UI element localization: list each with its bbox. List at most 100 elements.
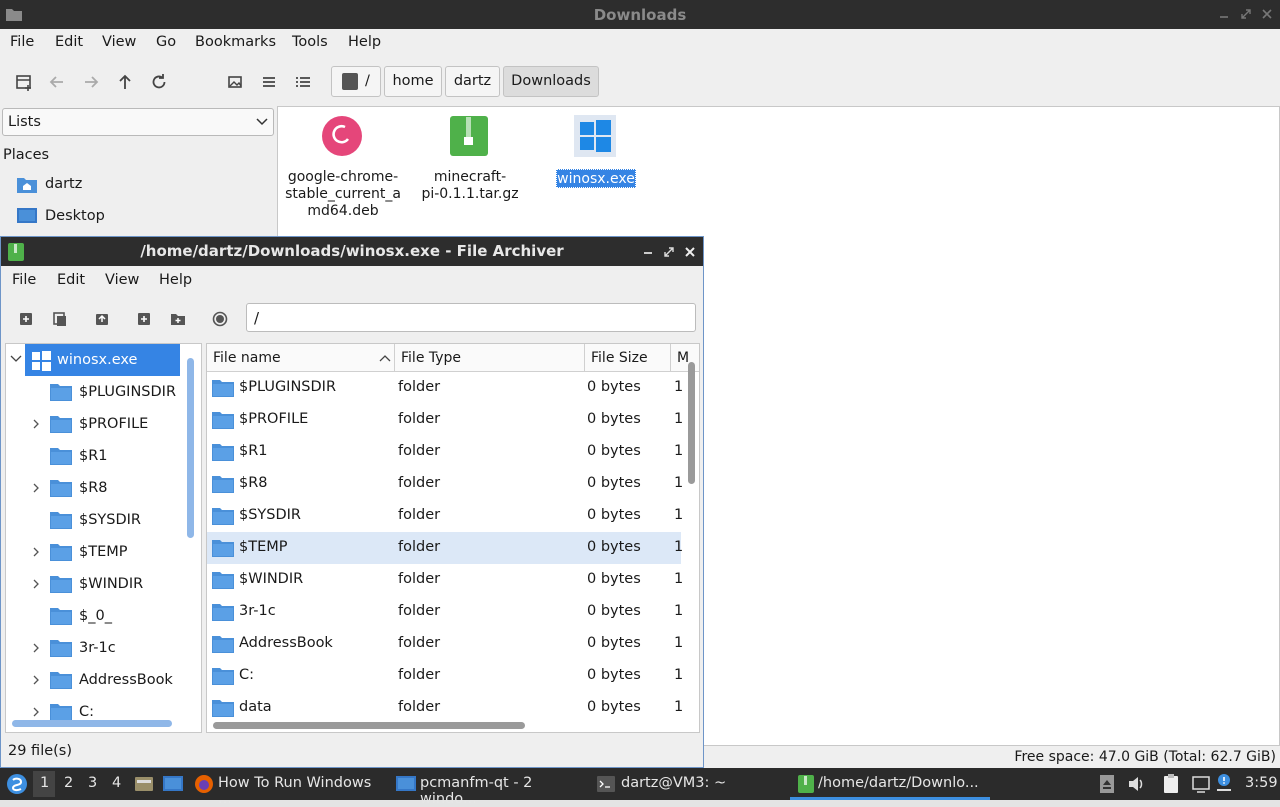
detailed-view-icon[interactable] xyxy=(290,69,316,95)
show-desktop-icon[interactable] xyxy=(163,775,183,793)
compact-view-icon[interactable] xyxy=(256,69,282,95)
table-row[interactable]: AddressBook folder 0 bytes 1 xyxy=(207,628,683,660)
table-row[interactable]: data folder 0 bytes 1 xyxy=(207,692,683,724)
table-row[interactable]: $WINDIR folder 0 bytes 1 xyxy=(207,564,683,596)
chevron-down-icon[interactable] xyxy=(10,354,22,364)
breadcrumb-dartz[interactable]: dartz xyxy=(445,66,500,97)
column-file-type[interactable]: File Type xyxy=(395,344,585,372)
thumbnail-view-icon[interactable] xyxy=(222,69,248,95)
table-row[interactable]: $R1 folder 0 bytes 1 xyxy=(207,436,683,468)
workspace-2[interactable]: 2 xyxy=(64,775,73,791)
menu-view[interactable]: View xyxy=(102,34,136,50)
menu-go[interactable]: Go xyxy=(156,34,176,50)
tree-item[interactable]: $_0_ xyxy=(6,600,182,632)
eject-icon[interactable] xyxy=(1099,775,1115,793)
tree-vertical-scrollbar[interactable] xyxy=(187,358,194,538)
side-pane-mode-select[interactable]: Lists xyxy=(2,108,274,136)
maximize-icon[interactable] xyxy=(1240,8,1252,20)
update-notifier-icon[interactable] xyxy=(1215,773,1233,793)
table-row[interactable]: 3r-1c folder 0 bytes 1 xyxy=(207,596,683,628)
file-archiver-window[interactable]: /home/dartz/Downloads/winosx.exe - File … xyxy=(0,236,704,768)
task-firefox[interactable]: How To Run Windows ... xyxy=(190,768,387,807)
network-icon[interactable] xyxy=(1192,775,1210,793)
path-input[interactable]: / xyxy=(246,303,696,332)
table-row[interactable]: $PLUGINSDIR folder 0 bytes 1 xyxy=(207,372,683,404)
reload-icon[interactable] xyxy=(146,69,172,95)
close-icon[interactable] xyxy=(1261,8,1273,20)
minimize-icon[interactable] xyxy=(642,246,654,258)
tree-item[interactable]: $R1 xyxy=(6,440,182,472)
menu-help[interactable]: Help xyxy=(348,34,381,50)
table-row[interactable]: $R8 folder 0 bytes 1 xyxy=(207,468,683,500)
up-icon[interactable] xyxy=(112,69,138,95)
breadcrumb-downloads[interactable]: Downloads xyxy=(503,66,599,97)
chevron-right-icon[interactable] xyxy=(32,579,40,589)
tree-item[interactable]: 3r-1c xyxy=(6,632,182,664)
place-item-dartz[interactable]: dartz xyxy=(17,172,257,198)
chevron-right-icon[interactable] xyxy=(32,643,40,653)
menu-bookmarks[interactable]: Bookmarks xyxy=(195,34,276,50)
workspace-1[interactable]: 1 xyxy=(40,775,49,791)
chevron-right-icon[interactable] xyxy=(32,547,40,557)
place-item-desktop[interactable]: Desktop xyxy=(17,204,257,230)
minimize-icon[interactable] xyxy=(1218,8,1230,20)
workspace-3[interactable]: 3 xyxy=(88,775,97,791)
table-row[interactable]: $PROFILE folder 0 bytes 1 xyxy=(207,404,683,436)
task-pcmanfm[interactable]: pcmanfm-qt - 2 windo... xyxy=(393,768,590,807)
add-folder-icon[interactable] xyxy=(165,306,191,332)
tree-item[interactable]: $SYSDIR xyxy=(6,504,182,536)
workspace-4[interactable]: 4 xyxy=(112,775,121,791)
tree-root-item[interactable]: winosx.exe xyxy=(6,344,182,376)
close-icon[interactable] xyxy=(684,246,696,258)
menu-view[interactable]: View xyxy=(105,272,139,288)
fm-titlebar[interactable]: Downloads xyxy=(0,0,1280,29)
archive-file-list[interactable]: File name File Type File Size M $PLUGINS… xyxy=(206,343,700,733)
add-file-icon[interactable] xyxy=(131,306,157,332)
new-tab-icon[interactable] xyxy=(11,69,37,95)
maximize-icon[interactable] xyxy=(663,246,675,258)
chevron-right-icon[interactable] xyxy=(32,675,40,685)
extract-icon[interactable] xyxy=(89,306,115,332)
menu-help[interactable]: Help xyxy=(159,272,192,288)
clipboard-icon[interactable] xyxy=(1163,774,1179,794)
file-item-chrome-deb[interactable]: google-chrome-stable_current_a md64.deb xyxy=(283,115,403,219)
chevron-right-icon[interactable] xyxy=(32,419,40,429)
file-item-winosx-exe[interactable]: winosx.exe xyxy=(536,115,656,195)
menu-edit[interactable]: Edit xyxy=(55,34,83,50)
chevron-right-icon[interactable] xyxy=(32,483,40,493)
file-manager-launcher-icon[interactable] xyxy=(135,775,153,793)
table-row[interactable]: $SYSDIR folder 0 bytes 1 xyxy=(207,500,683,532)
column-modified[interactable]: M xyxy=(671,344,699,372)
tree-item[interactable]: $PLUGINSDIR xyxy=(6,376,182,408)
breadcrumb-home[interactable]: home xyxy=(384,66,442,97)
task-file-archiver-active[interactable]: /home/dartz/Downlo... xyxy=(790,768,990,800)
tree-item[interactable]: $PROFILE xyxy=(6,408,182,440)
open-archive-icon[interactable] xyxy=(47,306,73,332)
new-archive-icon[interactable] xyxy=(13,306,39,332)
back-icon[interactable] xyxy=(44,69,70,95)
tree-horizontal-scrollbar[interactable] xyxy=(12,720,172,727)
menu-edit[interactable]: Edit xyxy=(57,272,85,288)
chevron-right-icon[interactable] xyxy=(32,707,40,717)
menu-tools[interactable]: Tools xyxy=(292,34,328,50)
archiver-titlebar[interactable]: /home/dartz/Downloads/winosx.exe - File … xyxy=(1,237,703,266)
volume-icon[interactable] xyxy=(1127,775,1145,793)
table-row[interactable]: C: folder 0 bytes 1 xyxy=(207,660,683,692)
list-vertical-scrollbar[interactable] xyxy=(688,362,695,484)
menu-file[interactable]: File xyxy=(10,34,34,50)
forward-icon[interactable] xyxy=(78,69,104,95)
task-terminal[interactable]: dartz@VM3: ~ xyxy=(594,768,784,800)
archive-folder-tree[interactable]: winosx.exe $PLUGINSDIR $PROFILE $R1 $R8 $SYS… xyxy=(5,343,202,733)
list-horizontal-scrollbar[interactable] xyxy=(213,722,525,729)
file-item-minecraft-tar[interactable]: minecraft-pi-0.1.1.tar.gz xyxy=(410,115,530,215)
table-row[interactable]: $TEMP folder 0 bytes 1 xyxy=(207,532,683,564)
tree-item[interactable]: $TEMP xyxy=(6,536,182,568)
tree-item[interactable]: $WINDIR xyxy=(6,568,182,600)
breadcrumb-root[interactable]: / xyxy=(331,66,381,97)
column-file-name[interactable]: File name xyxy=(207,344,395,372)
stop-icon[interactable] xyxy=(207,306,233,332)
tree-item[interactable]: $R8 xyxy=(6,472,182,504)
column-file-size[interactable]: File Size xyxy=(585,344,671,372)
tree-item[interactable]: AddressBook xyxy=(6,664,182,696)
menu-file[interactable]: File xyxy=(12,272,36,288)
